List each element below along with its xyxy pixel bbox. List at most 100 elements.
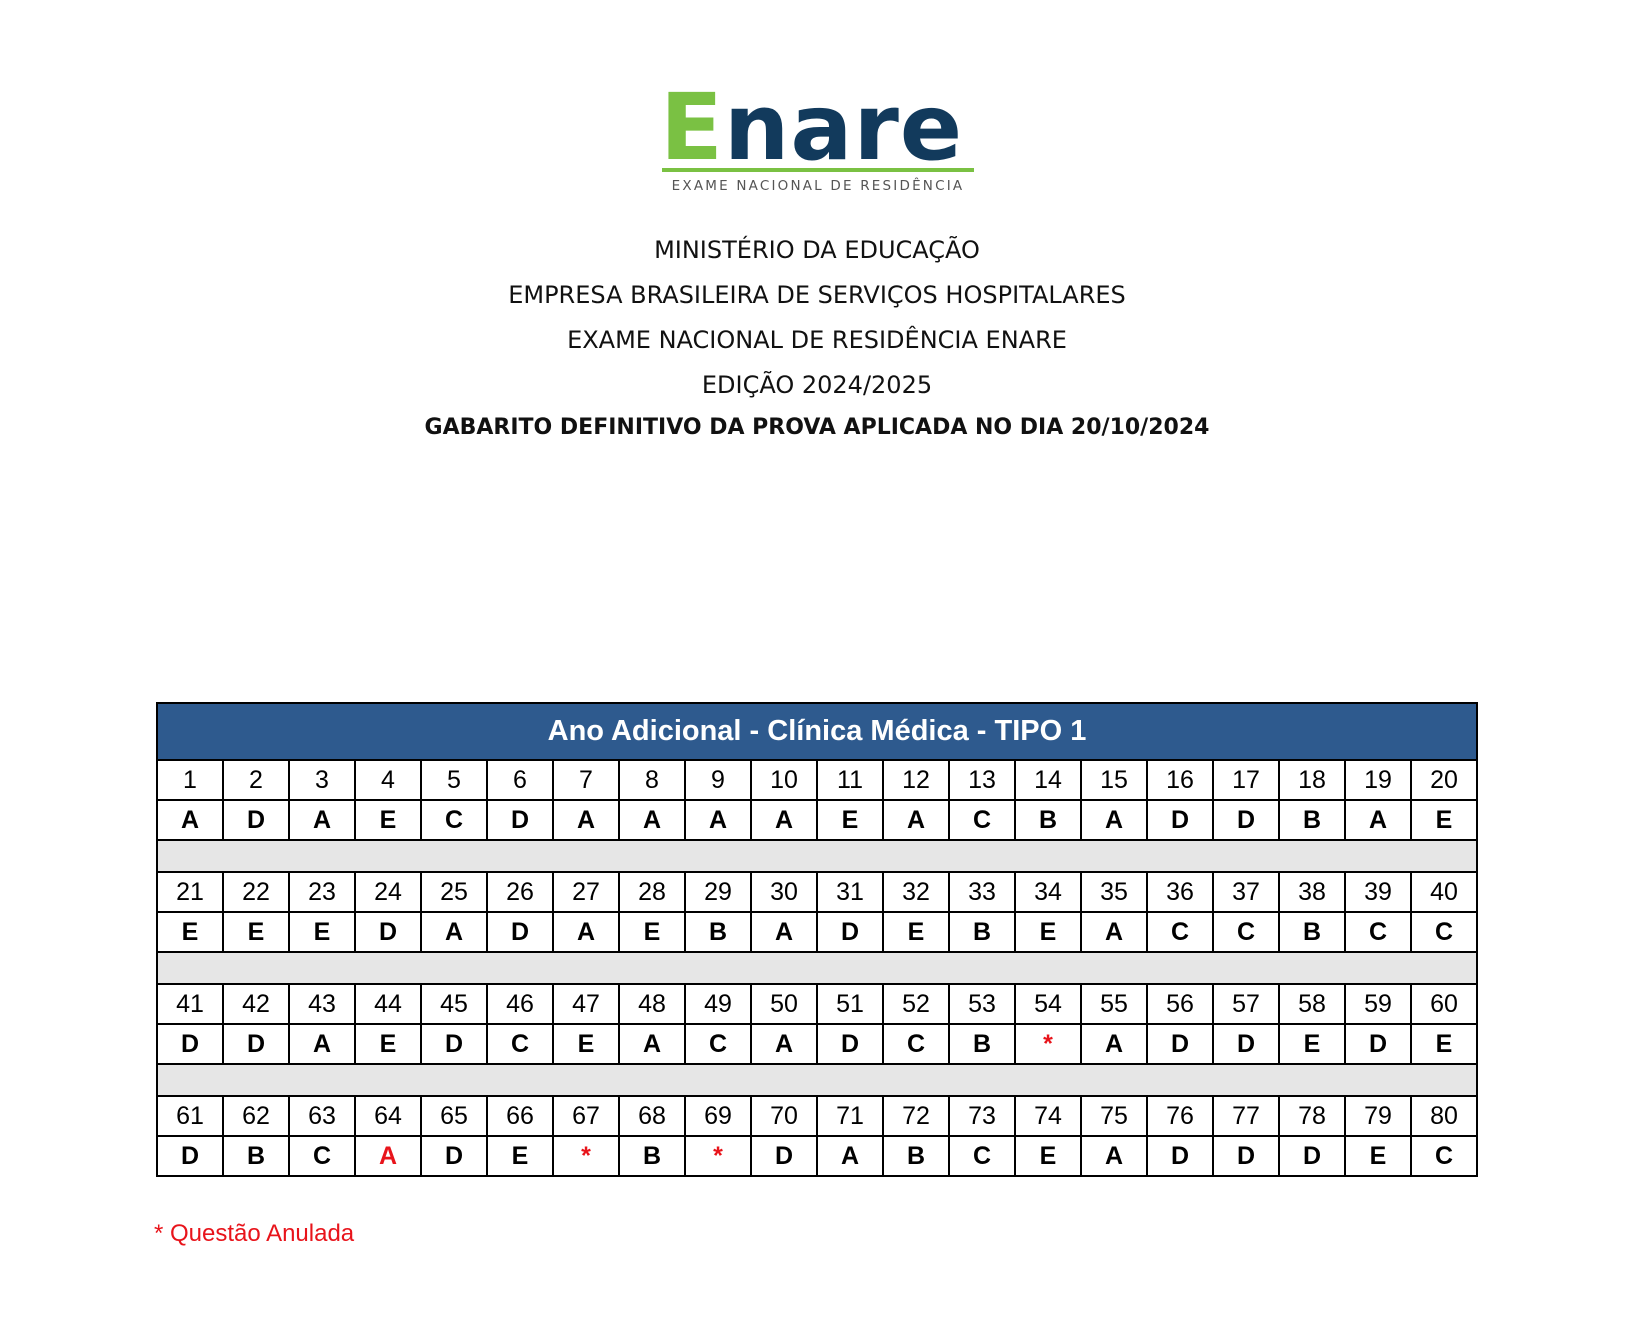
- answer-letter: B: [1278, 911, 1346, 953]
- answer-letter: D: [1146, 799, 1214, 841]
- question-number: 38: [1278, 871, 1346, 913]
- question-number: 46: [486, 983, 554, 1025]
- header-answer-key-title: GABARITO DEFINITIVO DA PROVA APLICADA NO…: [424, 415, 1210, 440]
- answer-letter: C: [1146, 911, 1214, 953]
- question-number-row: 1 2 3 4 5 6 7 8 9 10 11 12 13 14 15 16 17 18 19 20: [156, 759, 1478, 801]
- answer-letter: A: [288, 1023, 356, 1065]
- answer-letter: C: [1410, 1135, 1478, 1177]
- question-number: 27: [552, 871, 620, 913]
- question-number: 3: [288, 759, 356, 801]
- answer-letter: A: [552, 799, 620, 841]
- answer-letter: A: [750, 799, 818, 841]
- answer-letter: D: [1278, 1135, 1346, 1177]
- question-number: 12: [882, 759, 950, 801]
- answer-letter: C: [1212, 911, 1280, 953]
- separator-cell: [156, 951, 1478, 985]
- question-number: 66: [486, 1095, 554, 1137]
- answer-letter: E: [1410, 1023, 1478, 1065]
- question-number: 4: [354, 759, 422, 801]
- question-number: 43: [288, 983, 356, 1025]
- answer-letter: D: [1212, 799, 1280, 841]
- question-number: 10: [750, 759, 818, 801]
- question-number: 59: [1344, 983, 1412, 1025]
- answer-letter: A: [750, 1023, 818, 1065]
- question-number: 35: [1080, 871, 1148, 913]
- answer-letter: A: [288, 799, 356, 841]
- question-number: 64: [354, 1095, 422, 1137]
- answer-row: EEEDADAEBADEBEACCBCC: [156, 911, 1478, 953]
- question-number: 26: [486, 871, 554, 913]
- question-number: 22: [222, 871, 290, 913]
- answer-letter: B: [1014, 799, 1082, 841]
- answer-letter: C: [420, 799, 488, 841]
- logo-wordmark: Enare: [660, 82, 963, 174]
- answer-letter: E: [552, 1023, 620, 1065]
- question-number: 6: [486, 759, 554, 801]
- question-number: 77: [1212, 1095, 1280, 1137]
- question-number: 5: [420, 759, 488, 801]
- answer-letter: B: [618, 1135, 686, 1177]
- question-number: 40: [1410, 871, 1478, 913]
- question-number: 80: [1410, 1095, 1478, 1137]
- answer-letter: E: [1344, 1135, 1412, 1177]
- answer-letter: D: [1146, 1135, 1214, 1177]
- question-number: 13: [948, 759, 1016, 801]
- answer-letter: A: [684, 799, 752, 841]
- answer-row: ADAECDAAAAEACBADDBAE: [156, 799, 1478, 841]
- question-number: 49: [684, 983, 752, 1025]
- separator-row: [156, 1063, 1478, 1097]
- question-number: 75: [1080, 1095, 1148, 1137]
- answer-letter: C: [1410, 911, 1478, 953]
- answer-letter: D: [1146, 1023, 1214, 1065]
- question-number: 78: [1278, 1095, 1346, 1137]
- answer-letter: E: [816, 799, 884, 841]
- header-edition: EDIÇÃO 2024/2025: [701, 371, 933, 399]
- logo-tagline: EXAME NACIONAL DE RESIDÊNCIA: [671, 178, 965, 194]
- answer-letter: B: [948, 911, 1016, 953]
- header-exam: EXAME NACIONAL DE RESIDÊNCIA ENARE: [567, 326, 1067, 354]
- answer-letter: D: [156, 1135, 224, 1177]
- question-number: 47: [552, 983, 620, 1025]
- answer-letter: A: [816, 1135, 884, 1177]
- header-ministry: MINISTÉRIO DA EDUCAÇÃO: [654, 236, 980, 264]
- answer-letter: C: [948, 799, 1016, 841]
- answer-letter: A: [1080, 799, 1148, 841]
- answer-letter: B: [948, 1023, 1016, 1065]
- answer-letter: D: [222, 1023, 290, 1065]
- answer-letter: E: [222, 911, 290, 953]
- question-number: 2: [222, 759, 290, 801]
- answer-letter: B: [684, 911, 752, 953]
- answer-letter: A: [882, 799, 950, 841]
- answer-letter: E: [1410, 799, 1478, 841]
- question-number: 51: [816, 983, 884, 1025]
- answer-letter: A: [1080, 1135, 1148, 1177]
- answer-letter: A: [618, 1023, 686, 1065]
- answer-letter: A: [1080, 1023, 1148, 1065]
- question-number: 25: [420, 871, 488, 913]
- question-number: 36: [1146, 871, 1214, 913]
- answer-letter: C: [288, 1135, 356, 1177]
- question-number: 79: [1344, 1095, 1412, 1137]
- answer-letter: D: [486, 911, 554, 953]
- answer-letter: D: [816, 1023, 884, 1065]
- question-number: 74: [1014, 1095, 1082, 1137]
- annulled-answer: *: [684, 1135, 752, 1177]
- answer-letter: D: [816, 911, 884, 953]
- answer-letter: D: [420, 1023, 488, 1065]
- answer-letter: B: [882, 1135, 950, 1177]
- table-title-row: Ano Adicional - Clínica Médica - TIPO 1: [156, 702, 1478, 761]
- answer-letter: E: [882, 911, 950, 953]
- question-number: 37: [1212, 871, 1280, 913]
- question-number: 71: [816, 1095, 884, 1137]
- answer-letter: E: [354, 799, 422, 841]
- question-number: 31: [816, 871, 884, 913]
- answer-letter: D: [1212, 1023, 1280, 1065]
- answer-letter: E: [288, 911, 356, 953]
- question-number: 76: [1146, 1095, 1214, 1137]
- question-number: 62: [222, 1095, 290, 1137]
- answer-letter: E: [156, 911, 224, 953]
- answer-letter: E: [618, 911, 686, 953]
- question-number-row: 21 22 23 24 25 26 27 28 29 30 31 32 33 34 35 36 37 38 39 40: [156, 871, 1478, 913]
- question-number: 20: [1410, 759, 1478, 801]
- document-header: MINISTÉRIO DA EDUCAÇÃO EMPRESA BRASILEIR…: [0, 228, 1634, 448]
